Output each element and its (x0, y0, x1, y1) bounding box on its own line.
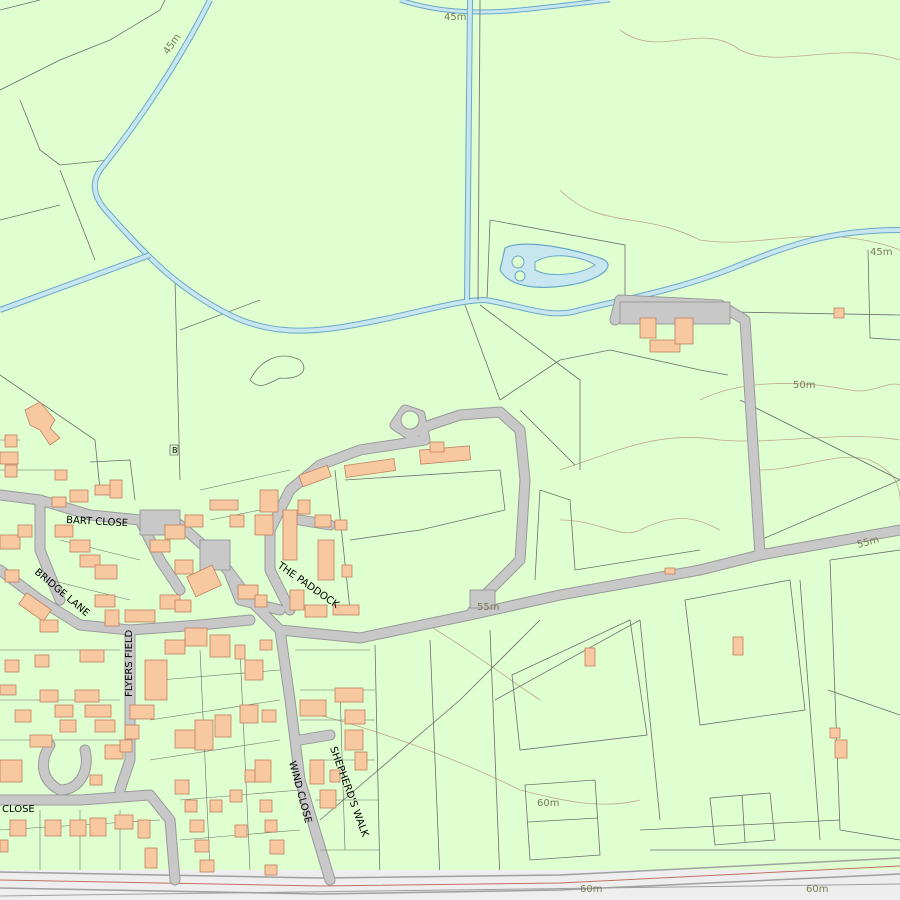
contour-label-60-rail-b: 60m (806, 884, 828, 895)
contour-label-45-right: 45m (870, 247, 892, 258)
label-close-sw: CLOSE (2, 804, 35, 815)
contour-label-60-field: 60m (537, 798, 559, 809)
contour-label-50: 50m (793, 380, 815, 391)
label-benchmark: B (172, 446, 178, 455)
label-flyers-field: FLYERS FIELD (124, 630, 135, 697)
map-canvas[interactable]: BART CLOSE BRIDGE LANE FLYERS FIELD THE … (0, 0, 900, 900)
contour-label-55-road: 55m (477, 602, 499, 613)
contour-label-60-rail-a: 60m (580, 884, 602, 895)
contour-label-45-top: 45m (444, 12, 466, 23)
